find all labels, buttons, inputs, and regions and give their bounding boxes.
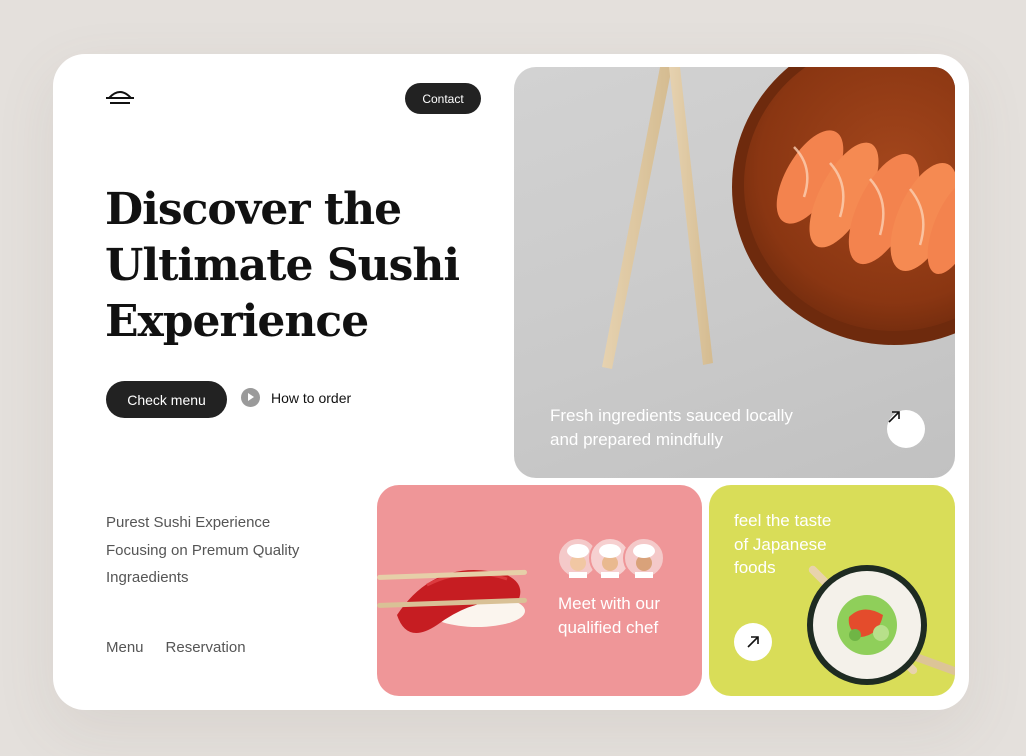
menu-link[interactable]: Menu (106, 639, 144, 656)
feature-item: Ingraedients (106, 569, 189, 586)
meet-chef-text: Meet with our qualified chef (558, 592, 660, 640)
landing-card: Contact Discover the Ultimate Sushi Expe… (53, 54, 969, 710)
taste-text-line: feel the taste (734, 511, 832, 530)
how-to-order-link[interactable]: How to order (241, 388, 351, 407)
hero-arrow-button[interactable] (887, 410, 925, 448)
headline-line-2: Ultimate Sushi (105, 240, 460, 291)
taste-text-line: of Japanese (734, 534, 827, 554)
arrow-up-right-icon (747, 636, 759, 648)
taste-card[interactable]: feel the taste of Japanese foods (709, 485, 955, 696)
sushi-roll-illustration (807, 565, 955, 685)
how-to-order-label: How to order (271, 389, 352, 406)
hero-image: Fresh ingredients sauced locally and pre… (514, 67, 955, 478)
sushi-bowl-icon[interactable] (105, 88, 135, 108)
arrow-up-right-icon (888, 411, 900, 423)
feature-item: Focusing on Premum Quality (106, 541, 300, 559)
page-title: Discover the Ultimate Sushi Experience (105, 182, 465, 350)
headline-line-1: Discover the (105, 184, 402, 235)
reservation-link[interactable]: Reservation (166, 639, 246, 656)
nigiri-illustration (377, 569, 527, 633)
check-menu-button[interactable]: Check menu (106, 381, 227, 418)
play-icon[interactable] (241, 388, 260, 407)
chef-text-line: qualified chef (558, 618, 659, 637)
meet-chef-card[interactable]: Meet with our qualified chef (377, 485, 702, 696)
headline-line-3: Experience (105, 296, 369, 347)
hero-caption-line: and prepared mindfully (550, 430, 723, 449)
chef-avatar-3 (623, 537, 665, 579)
hero-caption-line: Fresh ingredients sauced locally (550, 406, 793, 425)
hero-caption: Fresh ingredients sauced locally and pre… (550, 404, 793, 452)
contact-button[interactable]: Contact (405, 83, 481, 114)
chef-avatars (558, 537, 665, 579)
chef-text-line: Meet with our (558, 594, 661, 613)
features-list: Purest Sushi Experience Focusing on Prem… (106, 509, 299, 592)
footer-nav: Menu Reservation (106, 639, 246, 656)
taste-arrow-button[interactable] (734, 623, 772, 661)
feature-item: Purest Sushi Experience (106, 514, 271, 531)
